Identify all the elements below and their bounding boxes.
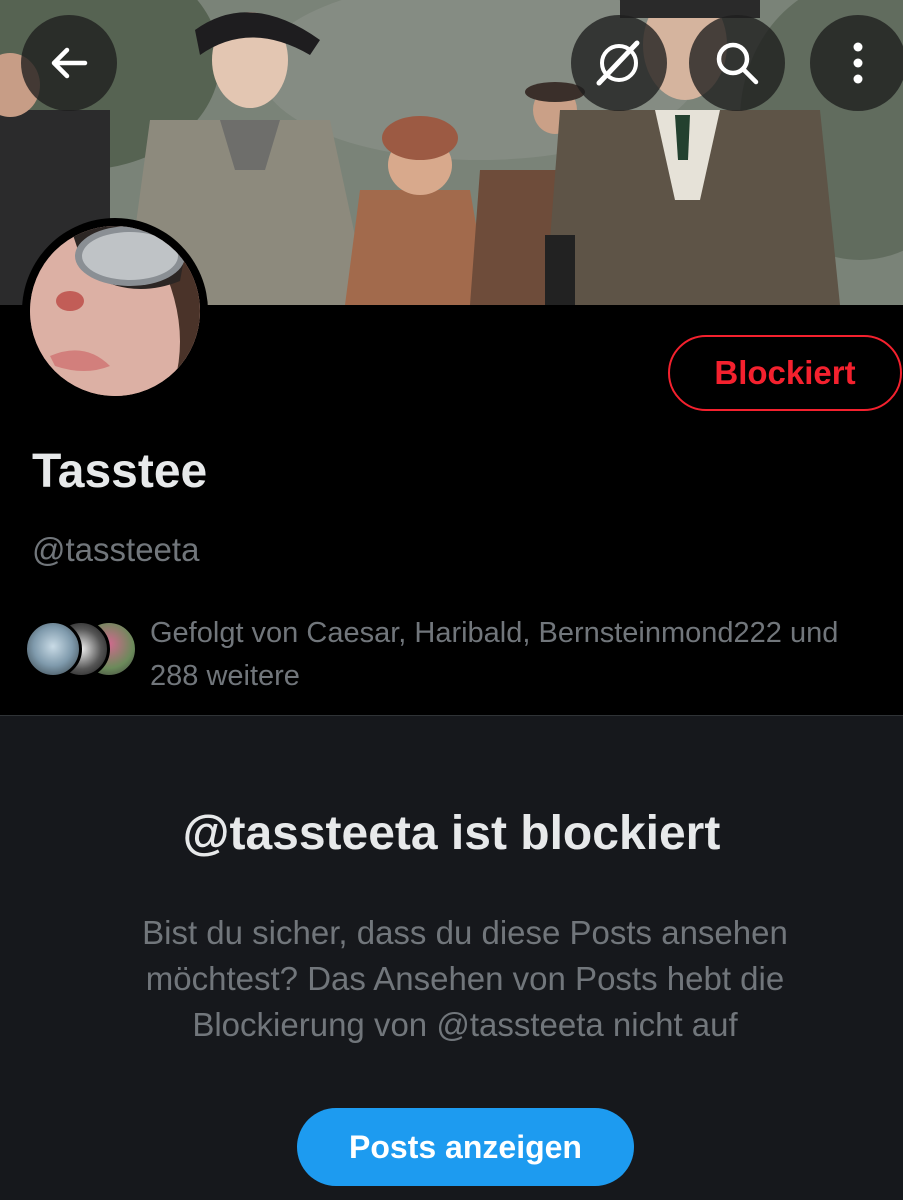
follower-avatar bbox=[24, 620, 82, 678]
display-name: Tasstee bbox=[32, 445, 208, 498]
more-vertical-icon bbox=[853, 42, 863, 84]
back-button[interactable] bbox=[21, 15, 117, 111]
user-handle: @tassteeta bbox=[32, 531, 200, 568]
search-button[interactable] bbox=[689, 15, 785, 111]
show-posts-button[interactable]: Posts anzeigen bbox=[297, 1108, 634, 1186]
grok-button[interactable] bbox=[571, 15, 667, 111]
avatar-image bbox=[30, 226, 200, 396]
profile-avatar[interactable] bbox=[22, 218, 208, 404]
search-icon bbox=[716, 42, 759, 85]
followed-by-text[interactable]: Gefolgt von Caesar, Haribald, Bernsteinm… bbox=[150, 612, 890, 698]
blocked-button[interactable]: Blockiert bbox=[668, 335, 902, 411]
followers-avatars[interactable] bbox=[24, 620, 140, 682]
arrow-left-icon bbox=[51, 47, 88, 79]
more-options-button[interactable] bbox=[810, 15, 903, 111]
blocked-description: Bist du sicher, dass du diese Posts anse… bbox=[142, 914, 788, 1043]
grok-icon bbox=[596, 40, 640, 86]
blocked-title: @tassteeta ist blockiert bbox=[182, 807, 721, 860]
